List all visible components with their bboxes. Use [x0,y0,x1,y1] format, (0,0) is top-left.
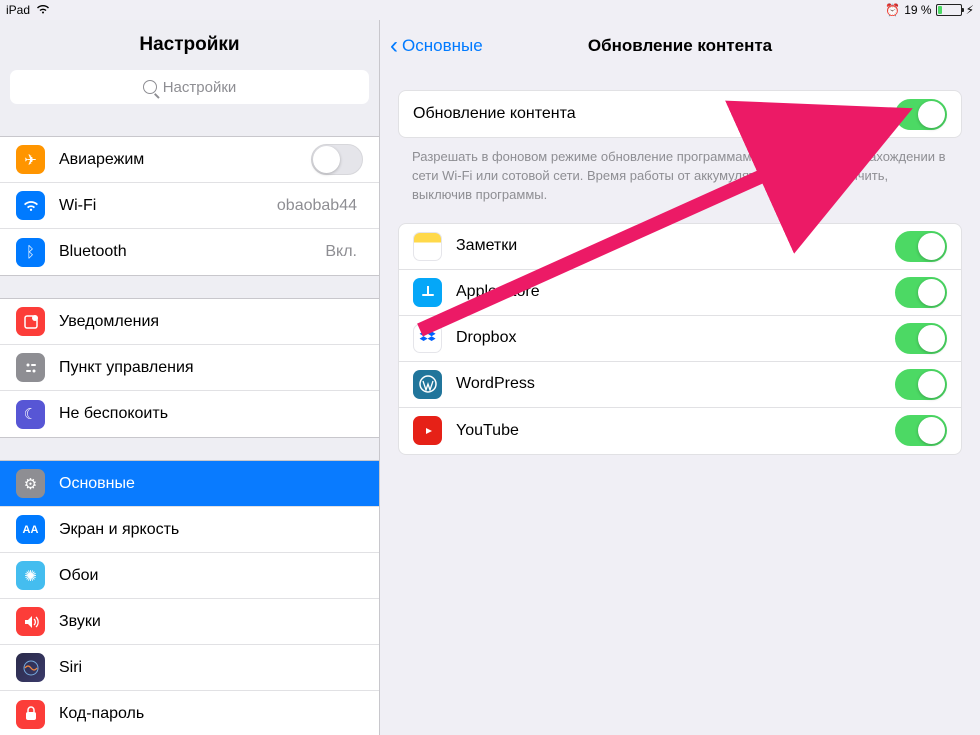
siri-icon [16,653,45,682]
passcode-icon [16,700,45,729]
youtube-app-icon [413,416,442,445]
youtube-toggle[interactable] [895,415,947,446]
notes-app-icon [413,232,442,261]
airplane-label: Авиарежим [59,151,311,169]
sound-icon [16,607,45,636]
bluetooth-label: Bluetooth [59,243,325,261]
master-toggle[interactable] [895,99,947,130]
master-toggle-row: Обновление контента [399,91,961,137]
row-notifications[interactable]: Уведомления [0,299,379,345]
app-row-appstore: Apple Store [399,270,961,316]
charging-icon: ⚡︎ [966,3,974,17]
wordpress-toggle[interactable] [895,369,947,400]
row-wifi[interactable]: Wi-Fi obaobab44 [0,183,379,229]
battery-percent: 19 % [904,3,931,17]
display-label: Экран и яркость [59,521,363,539]
alarm-icon: ⏰ [885,3,900,17]
row-airplane[interactable]: ✈︎ Авиарежим [0,137,379,183]
app-row-wordpress: WordPress [399,362,961,408]
wallpaper-label: Обои [59,567,363,585]
master-toggle-label: Обновление контента [413,105,895,123]
airplane-toggle[interactable] [311,144,363,175]
general-label: Основные [59,475,363,493]
appstore-app-icon [413,278,442,307]
row-bluetooth[interactable]: ᛒ Bluetooth Вкл. [0,229,379,275]
app-label: Dropbox [456,329,895,347]
app-label: Apple Store [456,283,895,301]
wallpaper-icon: ✺ [16,561,45,590]
dropbox-app-icon [413,324,442,353]
row-wallpaper[interactable]: ✺ Обои [0,553,379,599]
row-general[interactable]: ⚙︎ Основные [0,461,379,507]
airplane-icon: ✈︎ [16,145,45,174]
app-label: WordPress [456,375,895,393]
notes-toggle[interactable] [895,231,947,262]
row-dnd[interactable]: ☾ Не беспокоить [0,391,379,437]
detail-nav: ‹ Основные Обновление контента [380,20,980,72]
detail-pane: ‹ Основные Обновление контента Обновлени… [380,20,980,735]
control-center-icon [16,353,45,382]
row-display[interactable]: AA Экран и яркость [0,507,379,553]
wifi-label: Wi-Fi [59,197,277,215]
row-passcode[interactable]: Код-пароль [0,691,379,735]
siri-label: Siri [59,659,363,677]
wifi-settings-icon [16,191,45,220]
chevron-left-icon: ‹ [390,34,398,58]
notifications-label: Уведомления [59,313,363,331]
wifi-icon [36,3,50,17]
status-bar: iPad ⏰ 19 % ⚡︎ [0,0,980,20]
row-sound[interactable]: Звуки [0,599,379,645]
settings-sidebar: Настройки Настройки ✈︎ Авиарежим Wi-Fi o… [0,20,380,735]
app-label: Заметки [456,237,895,255]
app-label: YouTube [456,422,895,440]
dnd-label: Не беспокоить [59,405,363,423]
app-row-dropbox: Dropbox [399,316,961,362]
dnd-icon: ☾ [16,400,45,429]
back-label: Основные [402,36,483,56]
wordpress-app-icon [413,370,442,399]
back-button[interactable]: ‹ Основные [380,34,483,58]
wifi-detail: obaobab44 [277,197,357,215]
search-input[interactable]: Настройки [10,70,369,104]
display-icon: AA [16,515,45,544]
dropbox-toggle[interactable] [895,323,947,354]
row-siri[interactable]: Siri [0,645,379,691]
appstore-toggle[interactable] [895,277,947,308]
sidebar-title: Настройки [0,20,379,70]
search-icon [143,80,157,94]
app-row-notes: Заметки [399,224,961,270]
notifications-icon [16,307,45,336]
bluetooth-icon: ᛒ [16,238,45,267]
row-control-center[interactable]: Пункт управления [0,345,379,391]
control-center-label: Пункт управления [59,359,363,377]
search-placeholder: Настройки [163,79,237,96]
app-row-youtube: YouTube [399,408,961,454]
bluetooth-detail: Вкл. [325,243,357,261]
help-text: Разрешать в фоновом режиме обновление пр… [398,138,962,205]
sound-label: Звуки [59,613,363,631]
device-name: iPad [6,3,30,17]
battery-icon [936,4,962,16]
general-icon: ⚙︎ [16,469,45,498]
passcode-label: Код-пароль [59,705,363,723]
